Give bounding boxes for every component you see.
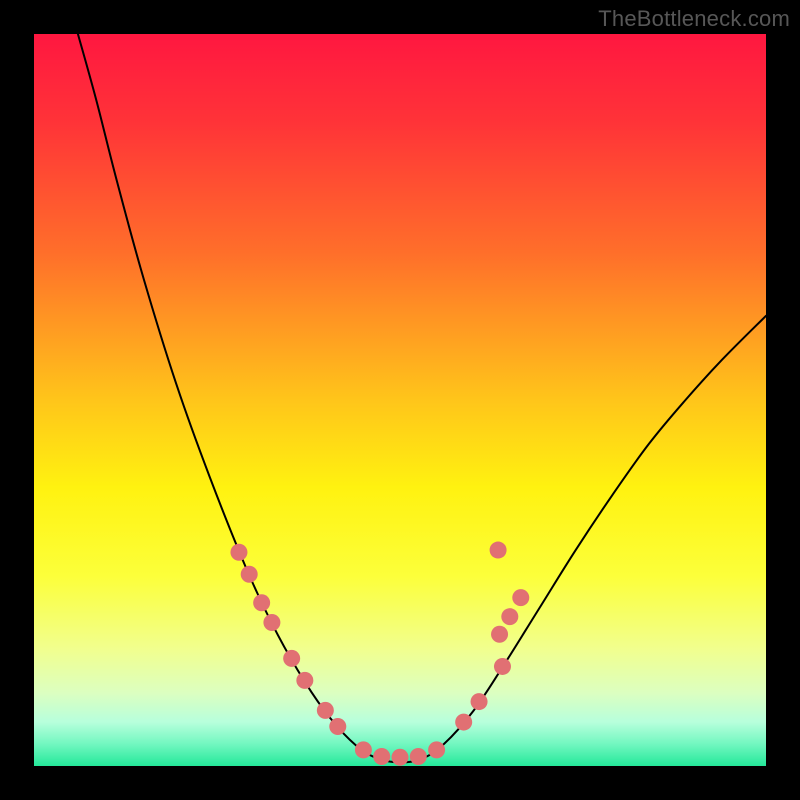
data-marker: [263, 614, 280, 631]
chart-svg: [34, 34, 766, 766]
data-marker: [494, 658, 511, 675]
data-marker: [392, 749, 409, 766]
data-marker: [490, 542, 507, 559]
chart-background: [34, 34, 766, 766]
data-marker: [355, 741, 372, 758]
data-marker: [296, 672, 313, 689]
data-marker: [491, 626, 508, 643]
data-marker: [373, 748, 390, 765]
data-marker: [253, 594, 270, 611]
data-marker: [512, 589, 529, 606]
data-marker: [241, 566, 258, 583]
data-marker: [471, 693, 488, 710]
chart-plot: [34, 34, 766, 766]
data-marker: [329, 718, 346, 735]
data-marker: [230, 544, 247, 561]
data-marker: [455, 714, 472, 731]
data-marker: [317, 702, 334, 719]
watermark-text: TheBottleneck.com: [598, 6, 790, 32]
data-marker: [410, 748, 427, 765]
data-marker: [501, 608, 518, 625]
chart-frame: TheBottleneck.com: [0, 0, 800, 800]
data-marker: [428, 741, 445, 758]
data-marker: [283, 650, 300, 667]
